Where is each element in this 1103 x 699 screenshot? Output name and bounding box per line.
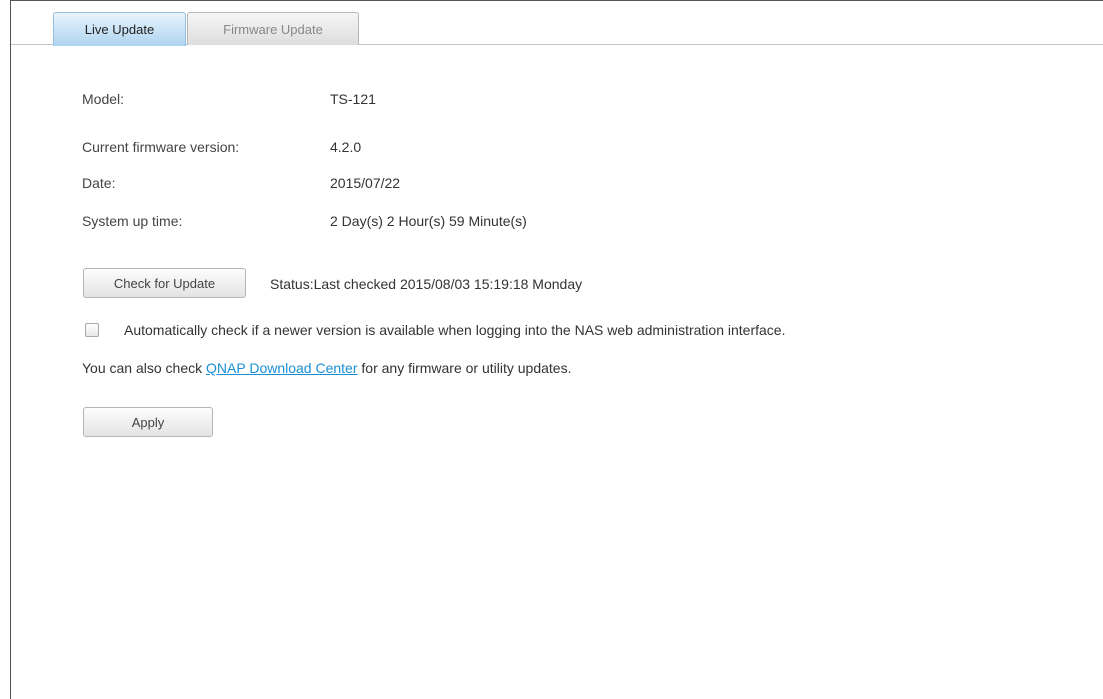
apply-button[interactable]: Apply [83, 407, 213, 437]
download-note-suffix: for any firmware or utility updates. [357, 360, 572, 376]
date-label: Date: [82, 175, 116, 191]
date-value: 2015/07/22 [330, 175, 401, 191]
qnap-download-center-link[interactable]: QNAP Download Center [206, 360, 357, 376]
model-label: Model: [82, 91, 125, 107]
download-note-prefix: You can also check [82, 360, 207, 376]
model-value: TS-121 [330, 91, 376, 107]
live-update-panel: Live Update Firmware Update [10, 0, 1103, 699]
auto-check-label: Automatically check if a newer version i… [124, 322, 786, 338]
firmware-version-value: 4.2.0 [330, 139, 362, 155]
update-status-text: Status:Last checked 2015/08/03 15:19:18 … [270, 276, 583, 292]
uptime-label: System up time: [82, 213, 183, 229]
uptime-value: 2 Day(s) 2 Hour(s) 59 Minute(s) [330, 213, 527, 229]
download-center-note: You can also check QNAP Download Center … [82, 359, 571, 377]
tab-bar: Live Update Firmware Update [11, 1, 1103, 46]
check-for-update-button[interactable]: Check for Update [83, 268, 246, 298]
auto-check-checkbox[interactable] [85, 323, 99, 337]
firmware-version-label: Current firmware version: [82, 139, 240, 155]
tab-firmware-update[interactable]: Firmware Update [187, 12, 359, 45]
tab-live-update[interactable]: Live Update [53, 12, 186, 46]
